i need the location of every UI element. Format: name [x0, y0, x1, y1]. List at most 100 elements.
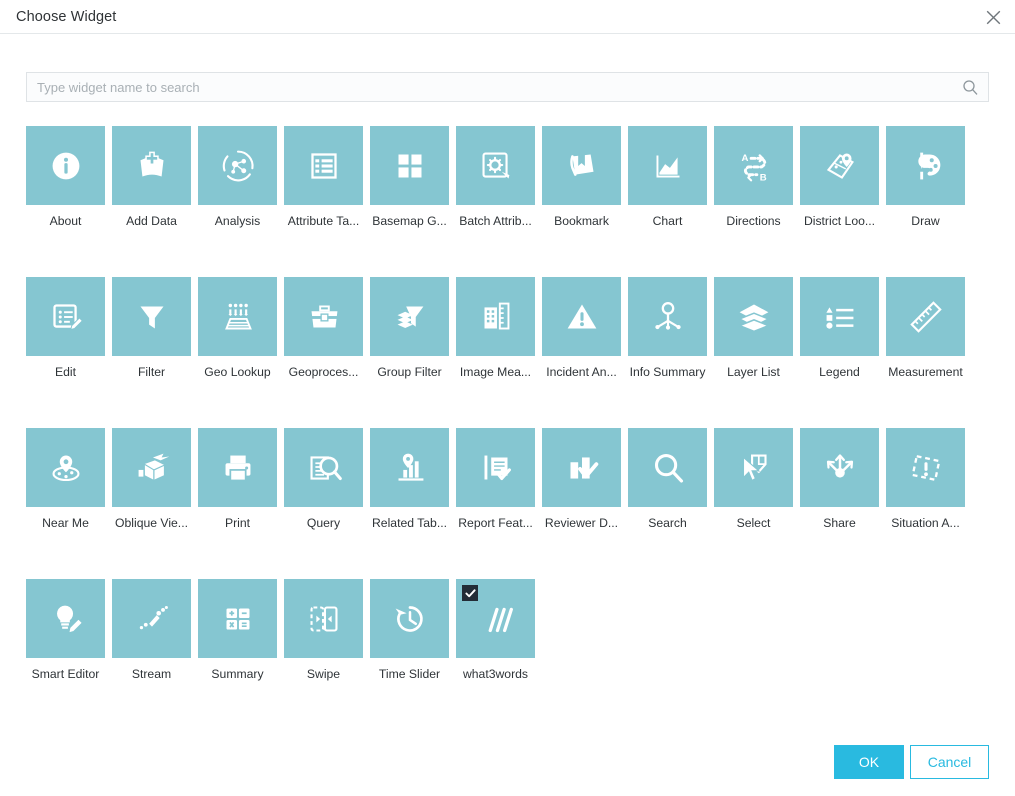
widget-item[interactable]: Summary — [198, 579, 277, 681]
widget-item[interactable]: Stream — [112, 579, 191, 681]
widget-tile[interactable]: AB — [714, 126, 793, 205]
widget-tile[interactable] — [284, 428, 363, 507]
widget-tile[interactable] — [198, 428, 277, 507]
widget-label: Query — [306, 516, 341, 530]
widget-tile[interactable] — [26, 277, 105, 356]
geo-lookup-icon — [215, 294, 261, 340]
widget-item[interactable]: Bookmark — [542, 126, 621, 228]
widget-item[interactable]: Geo Lookup — [198, 277, 277, 379]
close-icon[interactable] — [979, 3, 1007, 31]
measurement-ruler-icon — [903, 294, 949, 340]
widget-label: Bookmark — [554, 214, 609, 228]
reviewer-dashboard-icon — [559, 445, 605, 491]
widget-item[interactable]: Reviewer D... — [542, 428, 621, 530]
widget-tile[interactable] — [542, 126, 621, 205]
widget-tile[interactable] — [284, 277, 363, 356]
widget-item[interactable]: Time Slider — [370, 579, 449, 681]
widget-item[interactable]: Layer List — [714, 277, 793, 379]
widget-item[interactable]: Group Filter — [370, 277, 449, 379]
widget-tile[interactable] — [26, 126, 105, 205]
widget-tile[interactable] — [628, 428, 707, 507]
widget-item[interactable]: Image Mea... — [456, 277, 535, 379]
widget-item[interactable]: Measurement — [886, 277, 965, 379]
widget-item[interactable]: Filter — [112, 277, 191, 379]
widget-item[interactable]: Print — [198, 428, 277, 530]
group-filter-icon — [387, 294, 433, 340]
widget-item[interactable]: Query — [284, 428, 363, 530]
widget-tile[interactable] — [112, 277, 191, 356]
widget-tile[interactable] — [284, 126, 363, 205]
widget-item[interactable]: Report Feat... — [456, 428, 535, 530]
widget-item[interactable]: Legend — [800, 277, 879, 379]
widget-label: Geo Lookup — [204, 365, 271, 379]
widget-tile[interactable] — [800, 126, 879, 205]
widget-item[interactable]: Search — [628, 428, 707, 530]
widget-tile[interactable] — [112, 126, 191, 205]
search-bar[interactable] — [26, 72, 989, 102]
widget-tile[interactable] — [198, 277, 277, 356]
widget-item[interactable]: Near Me — [26, 428, 105, 530]
widget-item[interactable]: Attribute Ta... — [284, 126, 363, 228]
widget-item[interactable]: Incident An... — [542, 277, 621, 379]
cancel-button[interactable]: Cancel — [910, 745, 989, 779]
widget-tile[interactable] — [198, 126, 277, 205]
ok-button[interactable]: OK — [834, 745, 904, 779]
widget-selected-checkbox[interactable] — [462, 585, 478, 601]
widget-tile[interactable] — [542, 428, 621, 507]
widget-item[interactable]: Edit — [26, 277, 105, 379]
widget-item[interactable]: Add Data — [112, 126, 191, 228]
widget-item[interactable]: Batch Attrib... — [456, 126, 535, 228]
widget-tile[interactable] — [886, 126, 965, 205]
widget-tile[interactable] — [800, 277, 879, 356]
search-icon[interactable] — [962, 79, 979, 96]
widget-tile[interactable] — [714, 277, 793, 356]
widget-tile[interactable] — [714, 428, 793, 507]
widget-label: Add Data — [126, 214, 177, 228]
widget-item[interactable]: Oblique Vie... — [112, 428, 191, 530]
widget-tile[interactable] — [800, 428, 879, 507]
widget-tile[interactable] — [456, 126, 535, 205]
widget-tile[interactable] — [26, 579, 105, 658]
widget-item[interactable]: A B Directions — [714, 126, 793, 228]
search-input[interactable] — [27, 73, 957, 101]
widget-tile[interactable] — [456, 277, 535, 356]
widget-item[interactable]: Chart — [628, 126, 707, 228]
widget-tile[interactable] — [542, 277, 621, 356]
widget-tile[interactable] — [284, 579, 363, 658]
widget-tile[interactable] — [370, 126, 449, 205]
widget-tile[interactable] — [886, 428, 965, 507]
widget-tile[interactable] — [112, 579, 191, 658]
widget-item[interactable]: Basemap G... — [370, 126, 449, 228]
chart-icon — [645, 143, 691, 189]
widget-item[interactable]: Info Summary — [628, 277, 707, 379]
widget-tile[interactable] — [370, 277, 449, 356]
query-icon — [301, 445, 347, 491]
widget-item[interactable]: Related Tab... — [370, 428, 449, 530]
widget-item[interactable]: Swipe — [284, 579, 363, 681]
widget-item[interactable]: Share — [800, 428, 879, 530]
widget-item[interactable]: what3words — [456, 579, 535, 681]
widget-label: Measurement — [888, 365, 963, 379]
widget-item[interactable]: Situation A... — [886, 428, 965, 530]
widget-item[interactable]: District Loo... — [800, 126, 879, 228]
widget-tile[interactable] — [198, 579, 277, 658]
widget-item[interactable]: Geoproces... — [284, 277, 363, 379]
widget-item[interactable]: Draw — [886, 126, 965, 228]
widget-tile[interactable] — [370, 428, 449, 507]
widget-item[interactable]: Smart Editor — [26, 579, 105, 681]
print-icon — [215, 445, 261, 491]
widget-tile[interactable] — [886, 277, 965, 356]
widget-tile[interactable] — [112, 428, 191, 507]
widget-item[interactable]: Analysis — [198, 126, 277, 228]
widget-tile[interactable] — [456, 428, 535, 507]
widget-label: Edit — [54, 365, 76, 379]
widget-tile[interactable] — [628, 126, 707, 205]
widget-item[interactable]: Select — [714, 428, 793, 530]
oblique-viewer-icon — [129, 445, 175, 491]
widget-item[interactable]: About — [26, 126, 105, 228]
widget-tile[interactable] — [456, 579, 535, 658]
filter-icon — [129, 294, 175, 340]
widget-tile[interactable] — [26, 428, 105, 507]
widget-tile[interactable] — [628, 277, 707, 356]
widget-tile[interactable] — [370, 579, 449, 658]
